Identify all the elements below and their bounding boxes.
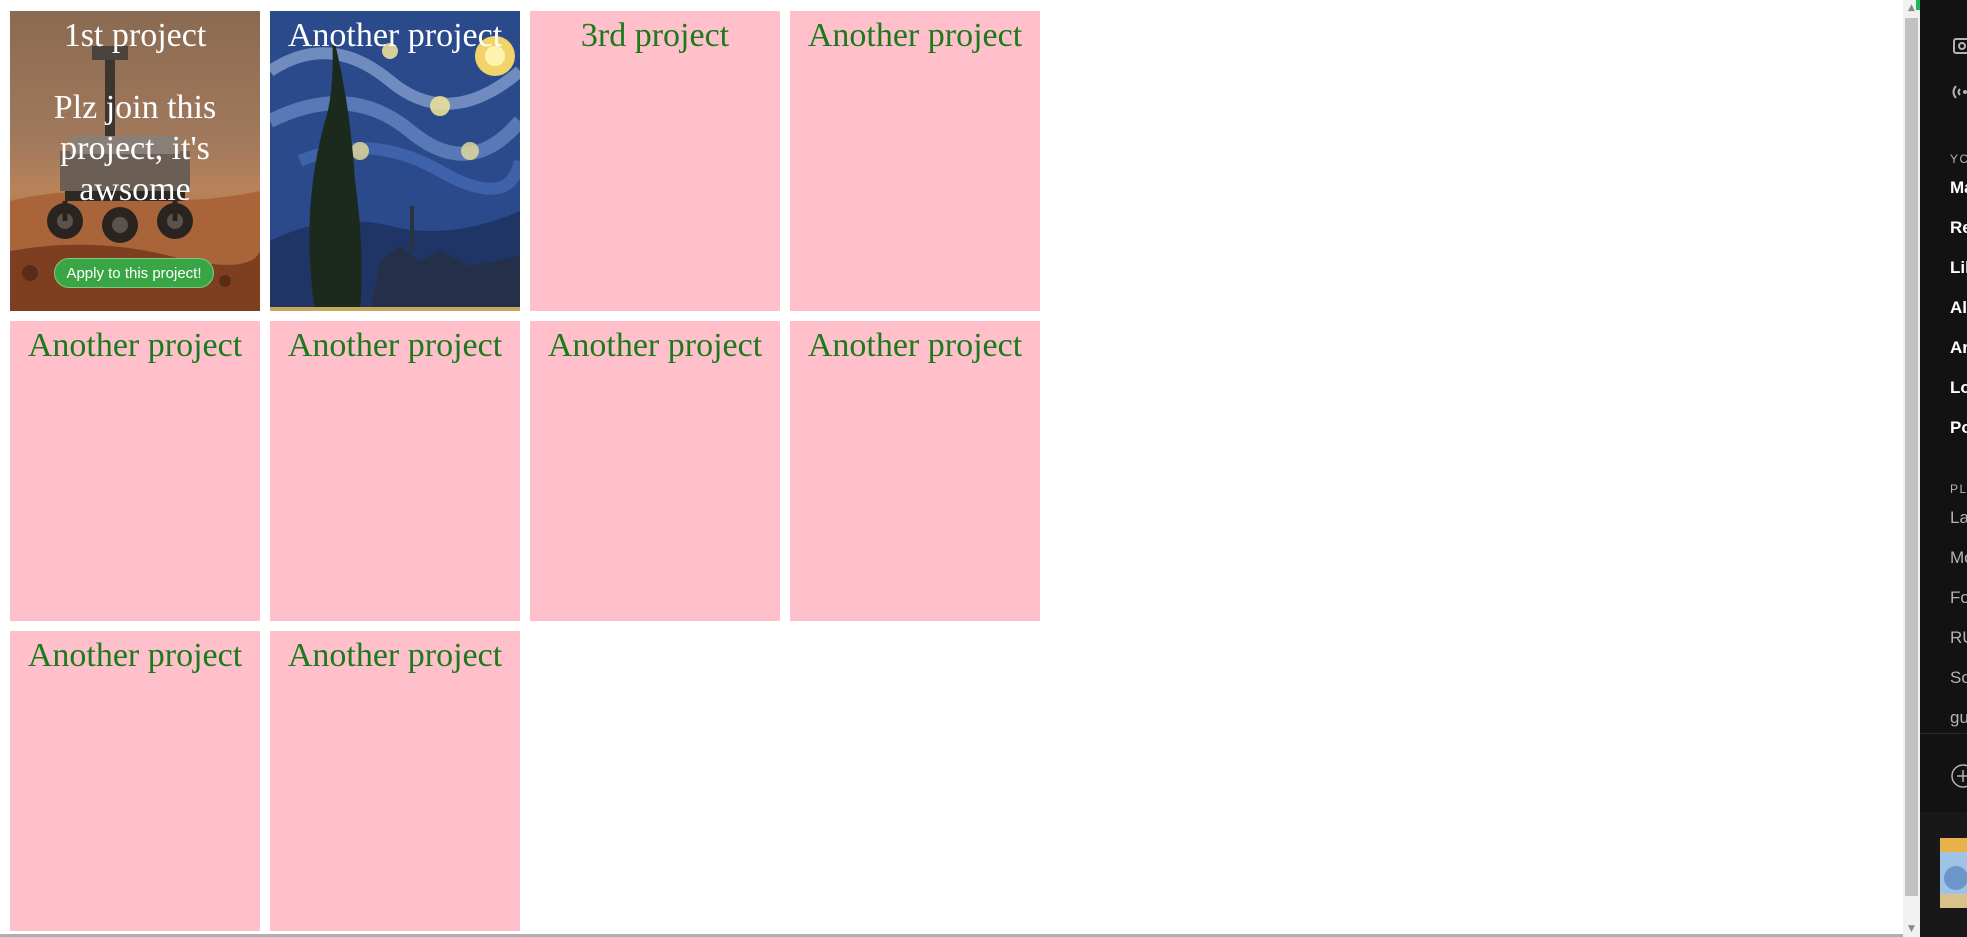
divider [1920,733,1967,734]
playlist-item[interactable]: So [1950,668,1967,688]
side-panel: YO Ma Re Lik Al Ar Lo Po PL La Mo Fo RU … [1920,0,1967,937]
sidebar-item[interactable]: Lik [1950,258,1967,278]
project-title: Another project [287,327,503,364]
project-card[interactable]: Another project [270,631,520,931]
project-grid: 1st project Plz join this project, it's … [10,11,1050,931]
sidebar-item[interactable]: Po [1950,418,1967,438]
playlists-heading: PL [1950,482,1967,496]
project-card[interactable]: Another project [10,321,260,621]
project-card[interactable]: Another project [790,11,1040,311]
project-card[interactable]: Another project [790,321,1040,621]
project-title: 1st project [63,17,207,54]
playlist-item[interactable]: gu [1950,708,1967,728]
scrollbar-thumb[interactable] [1905,18,1918,896]
project-card[interactable]: 1st project Plz join this project, it's … [10,11,260,311]
project-title: Another project [27,327,243,364]
now-playing-bar [1920,812,1967,937]
project-card[interactable]: Another project [270,11,520,311]
playlist-item[interactable]: Fo [1950,588,1967,608]
sidebar-item[interactable]: Lo [1950,378,1967,398]
playlist-item[interactable]: Mo [1950,548,1967,568]
radio-icon[interactable] [1950,81,1967,103]
library-heading: YO [1950,152,1967,166]
sidebar-item[interactable]: Ar [1950,338,1967,358]
project-title: Another project [287,17,503,54]
sidebar-item[interactable]: Re [1950,218,1967,238]
project-title: Another project [807,17,1023,54]
project-card[interactable]: Another project [530,321,780,621]
project-card[interactable]: Another project [270,321,520,621]
sidebar-item[interactable]: Ma [1950,178,1967,198]
project-title: 3rd project [580,17,730,54]
project-description: Plz join this project, it's awsome [53,88,217,208]
playlist-item[interactable]: La [1950,508,1967,528]
scroll-down-arrow-icon[interactable]: ▼ [1903,921,1920,937]
apply-button[interactable]: Apply to this project! [54,258,214,288]
new-playlist-plus-icon[interactable] [1950,763,1967,789]
vertical-scrollbar[interactable]: ▲ ▼ [1903,0,1920,937]
project-title: Another project [547,327,763,364]
project-title: Another project [807,327,1023,364]
playlist-item[interactable]: RU [1950,628,1967,648]
project-title: Another project [287,637,503,674]
sidebar-item[interactable]: Al [1950,298,1967,318]
project-card[interactable]: Another project [10,631,260,931]
browse-icon[interactable] [1950,35,1967,57]
project-card[interactable]: 3rd project [530,11,780,311]
album-art-image[interactable] [1940,838,1967,908]
project-title: Another project [27,637,243,674]
